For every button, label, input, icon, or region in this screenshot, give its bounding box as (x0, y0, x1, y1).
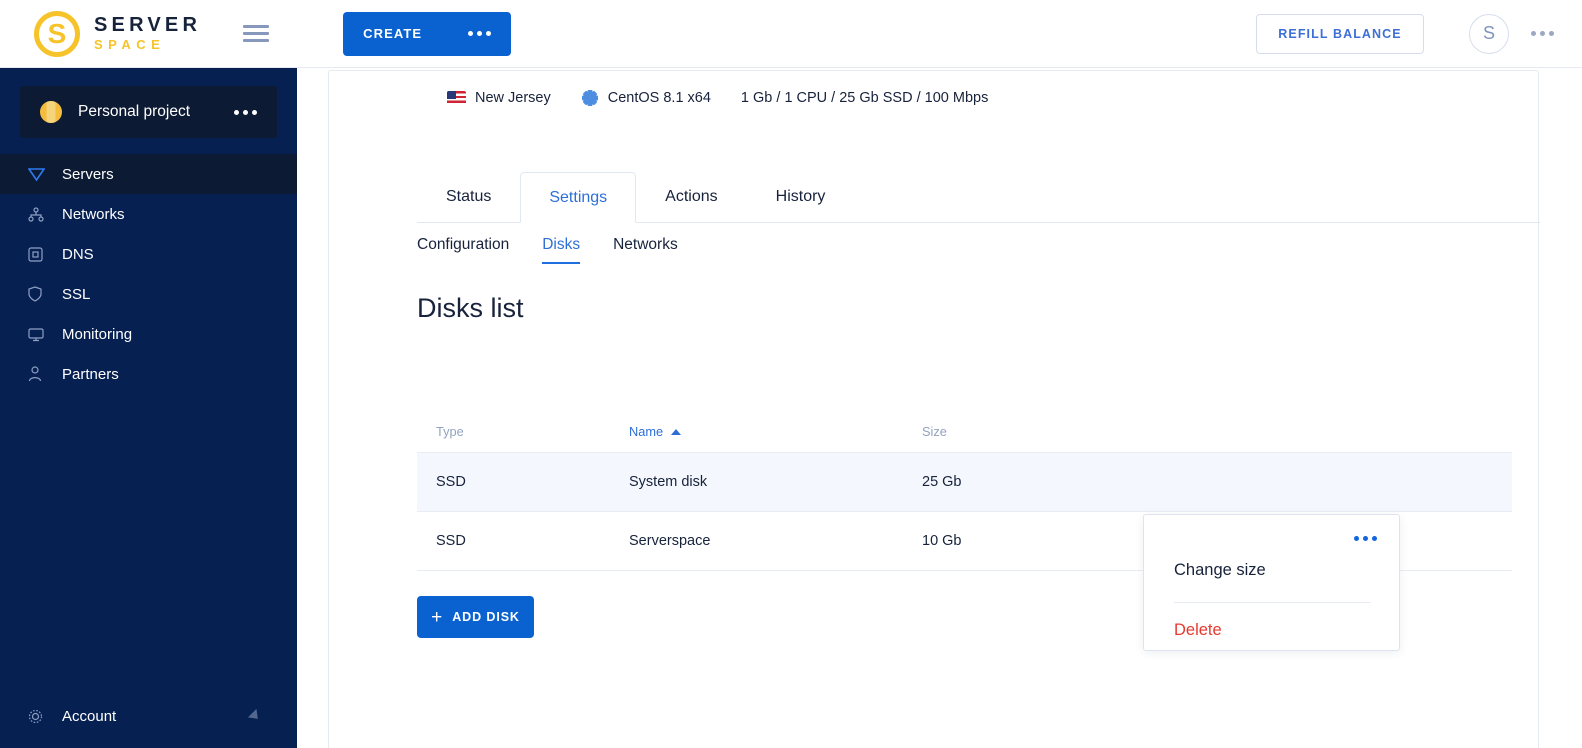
brand-logo[interactable]: S SERVER SPACE (34, 10, 201, 57)
server-card: New Jersey CentOS 8.1 x64 1 Gb / 1 CPU /… (328, 70, 1540, 748)
tab-settings[interactable]: Settings (520, 172, 637, 223)
user-menu-three-dots-icon[interactable] (1531, 31, 1554, 36)
us-flag-icon (447, 91, 466, 105)
cell-name: System disk (629, 474, 708, 490)
tab-actions[interactable]: Actions (636, 171, 746, 222)
sidebar-item-label: Account (62, 707, 117, 725)
menu-divider (1174, 602, 1371, 603)
add-disk-button-label: ADD DISK (452, 610, 520, 624)
subtab-disks[interactable]: Disks (542, 236, 581, 264)
cell-name: Serverspace (629, 533, 711, 549)
sidebar-item-label: Networks (62, 205, 125, 223)
user-icon (28, 364, 50, 384)
dot (243, 109, 248, 115)
row-menu-three-dots-icon[interactable] (1354, 536, 1377, 541)
page-title: Disks list (417, 293, 524, 323)
network-icon (28, 204, 50, 224)
cell-type: SSD (436, 474, 466, 490)
main-content: New Jersey CentOS 8.1 x64 1 Gb / 1 CPU /… (297, 68, 1582, 748)
app-root: S SERVER SPACE CREATE REFILL BALANCE S P… (0, 0, 1582, 748)
project-three-dots-icon[interactable] (234, 109, 257, 115)
subtab-networks[interactable]: Networks (613, 236, 678, 264)
main-tabs: Status Settings Actions History (417, 172, 1540, 223)
settings-subtabs: Configuration Disks Networks (417, 236, 711, 264)
table-row[interactable]: SSD System disk 25 Gb (417, 453, 1512, 512)
triangle-icon (28, 164, 50, 184)
gear-icon (28, 706, 50, 726)
column-header-type[interactable]: Type (417, 424, 629, 439)
avatar[interactable]: S (1469, 13, 1509, 54)
menu-item-delete[interactable]: Delete (1174, 621, 1222, 640)
dot (477, 31, 483, 36)
table-header-row: Type Name Size (417, 411, 1512, 453)
hamburger-menu-icon[interactable] (243, 21, 270, 46)
logo-line-space: SPACE (94, 37, 166, 53)
tab-status[interactable]: Status (417, 171, 520, 222)
cell-size: 25 Gb (922, 474, 962, 490)
add-disk-button[interactable]: + ADD DISK (417, 596, 534, 638)
dot (486, 31, 492, 36)
plus-icon: + (431, 606, 443, 628)
sidebar-item-label: SSL (62, 285, 91, 303)
centos-icon (581, 89, 599, 107)
server-os: CentOS 8.1 x64 (607, 90, 711, 106)
sidebar-item-label: Servers (62, 165, 114, 183)
sidebar-item-label: Monitoring (62, 325, 133, 343)
dot (468, 31, 474, 36)
dot (1354, 536, 1359, 541)
dns-square-icon (28, 244, 50, 264)
sidebar-item-servers[interactable]: Servers (0, 154, 297, 194)
sidebar-item-label: DNS (62, 245, 94, 263)
cell-type: SSD (436, 533, 466, 549)
sidebar-project-selector[interactable]: Personal project (20, 86, 277, 138)
logo-circle-icon: S (34, 10, 80, 57)
sidebar-item-networks[interactable]: Networks (0, 194, 297, 234)
tab-history[interactable]: History (747, 171, 855, 222)
server-specs: 1 Gb / 1 CPU / 25 Gb SSD / 100 Mbps (740, 90, 989, 106)
dot (234, 109, 239, 115)
sidebar: Personal project Servers Networks DNS SS… (0, 68, 297, 748)
dot (1372, 536, 1377, 541)
hamburger-bar (243, 25, 270, 28)
hamburger-bar (243, 32, 270, 35)
dot (252, 109, 257, 115)
top-bar: S SERVER SPACE CREATE REFILL BALANCE S (0, 0, 1582, 68)
create-button-label: CREATE (363, 26, 423, 41)
project-name: Personal project (78, 103, 191, 120)
server-meta-row: New Jersey CentOS 8.1 x64 1 Gb / 1 CPU /… (447, 89, 988, 107)
sidebar-item-account[interactable]: Account (0, 696, 297, 736)
sidebar-item-dns[interactable]: DNS (0, 234, 297, 274)
sidebar-item-monitoring[interactable]: Monitoring (0, 314, 297, 354)
monitor-icon (28, 324, 50, 344)
sidebar-nav: Servers Networks DNS SSL Monitoring Part… (0, 154, 297, 394)
logo-s-glyph: S (47, 17, 67, 49)
row-context-menu: Change size Delete (1143, 514, 1400, 651)
logo-line-server: SERVER (94, 14, 202, 37)
sidebar-item-ssl[interactable]: SSL (0, 274, 297, 314)
sidebar-item-label: Partners (62, 365, 119, 383)
column-header-name-label: Name (629, 424, 664, 439)
server-location: New Jersey (475, 90, 551, 106)
three-dots-icon[interactable] (468, 31, 492, 36)
hamburger-bar (243, 39, 270, 42)
shield-icon (28, 284, 50, 304)
caret-icon[interactable] (247, 708, 263, 724)
subtab-configuration[interactable]: Configuration (417, 236, 509, 264)
dot (1540, 31, 1545, 36)
top-bar-right: REFILL BALANCE S (1256, 13, 1554, 54)
create-button[interactable]: CREATE (343, 11, 512, 56)
flag-canton (447, 91, 456, 99)
dot (1363, 536, 1368, 541)
column-header-size[interactable]: Size (922, 424, 1222, 439)
logo-wordmark: SERVER SPACE (94, 15, 201, 52)
project-circle-icon (40, 101, 62, 123)
sort-asc-icon (671, 428, 682, 435)
menu-item-change-size[interactable]: Change size (1174, 561, 1266, 580)
refill-balance-button[interactable]: REFILL BALANCE (1256, 13, 1424, 54)
dot (1531, 31, 1536, 36)
column-header-name[interactable]: Name (629, 424, 922, 439)
sidebar-item-partners[interactable]: Partners (0, 354, 297, 394)
dot (1549, 31, 1554, 36)
